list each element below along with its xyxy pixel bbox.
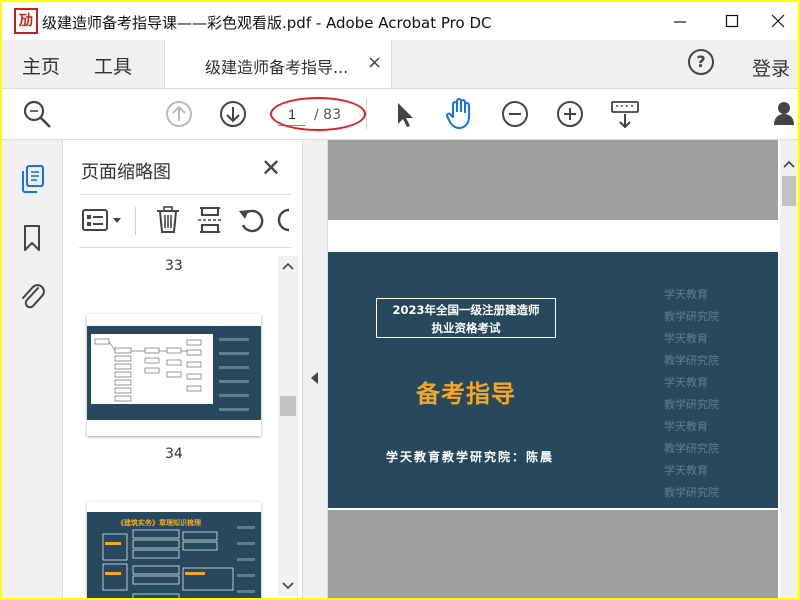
watermark-text: 学天教育 (664, 332, 708, 345)
bookmark-icon[interactable] (22, 224, 42, 252)
share-user-icon[interactable] (772, 99, 798, 129)
delete-trash-icon[interactable] (155, 205, 181, 235)
thumbnail-35-diagram (102, 526, 255, 598)
scroll-mode-icon[interactable] (610, 99, 640, 131)
page-thumbnail[interactable] (87, 314, 261, 436)
thumbnail-page-label: 33 (165, 258, 183, 274)
close-window-button[interactable] (756, 6, 798, 36)
scroll-up-arrow-icon[interactable] (783, 160, 795, 168)
login-button[interactable]: 登录 (752, 54, 790, 81)
watermark-text: 学天教育 (664, 288, 708, 301)
left-navigation-bar (2, 140, 63, 598)
panel-collapse-strip[interactable] (302, 140, 328, 598)
maximize-button[interactable] (710, 6, 754, 36)
thumbnail-34-preview (87, 314, 261, 436)
page-thumbnail[interactable]: 《建筑实务》章理知识梳理 (87, 502, 261, 598)
zoom-out-icon[interactable] (500, 99, 530, 129)
document-view[interactable]: 2023年全国一级注册建造师 执业资格考试 备考指导 学天教育教学研究院：陈晨 … (328, 140, 778, 598)
toolbar: / 83 (2, 89, 798, 140)
minimize-icon (674, 21, 686, 23)
panel-toolbar (79, 194, 291, 248)
panel-tool-divider (135, 207, 136, 235)
panel-close-button[interactable]: ✕ (261, 154, 281, 182)
search-zoom-icon[interactable] (22, 99, 52, 129)
app-icon: 劢 (14, 8, 38, 34)
next-page-icon[interactable] (218, 99, 248, 129)
page-navigator: / 83 (270, 97, 366, 131)
title-bar: 劢 级建造师备考指导课——彩色观看版.pdf - Adobe Acrobat P… (2, 2, 798, 40)
exam-title-box: 2023年全国一级注册建造师 执业资格考试 (376, 298, 556, 338)
panel-title: 页面缩略图 (81, 162, 171, 183)
attachment-icon[interactable] (18, 280, 46, 312)
watermark-text: 学天教育 (664, 420, 708, 433)
page-total: / 83 (314, 107, 341, 123)
scroll-up-arrow-icon[interactable] (282, 262, 294, 270)
document-tab[interactable]: 级建造师备考指导... × (164, 40, 392, 88)
document-scrollbar[interactable] (780, 140, 798, 598)
exam-title-line2: 执业资格考试 (431, 321, 501, 335)
menu-bar: 主页 工具 级建造师备考指导... × ? 登录 (2, 40, 798, 89)
scroll-down-arrow-icon[interactable] (282, 582, 294, 590)
rotate-counterclockwise-icon[interactable] (237, 205, 267, 235)
extract-pages-icon[interactable] (197, 205, 223, 235)
zoom-in-icon[interactable] (555, 99, 585, 129)
document-scroll-thumb[interactable] (782, 176, 796, 206)
watermark-text: 教学研究院 (664, 486, 719, 499)
watermark-text: 教学研究院 (664, 354, 719, 367)
window-title: 级建造师备考指导课——彩色观看版.pdf - Adobe Acrobat Pro… (42, 14, 492, 32)
close-icon (771, 14, 785, 28)
title-slide: 2023年全国一级注册建造师 执业资格考试 备考指导 学天教育教学研究院：陈晨 … (328, 252, 778, 508)
watermark-text: 教学研究院 (664, 398, 719, 411)
slide-author: 学天教育教学研究院：陈晨 (386, 450, 555, 464)
slide-headline: 备考指导 (416, 380, 516, 408)
page-number-input[interactable] (278, 103, 306, 126)
menu-home[interactable]: 主页 (22, 52, 60, 79)
watermark-text: 教学研究院 (664, 310, 719, 323)
hand-tool-icon[interactable] (444, 97, 476, 131)
exam-title-line1: 2023年全国一级注册建造师 (392, 303, 540, 317)
thumbnail-35-preview: 《建筑实务》章理知识梳理 (87, 512, 261, 598)
page-thumbnails-icon[interactable] (20, 164, 46, 194)
watermark-text: 教学研究院 (664, 442, 719, 455)
thumbnail-page-label: 34 (165, 446, 183, 462)
thumbnail-options-icon[interactable] (81, 208, 125, 234)
tab-label: 级建造师备考指导... (205, 58, 349, 77)
menu-tools[interactable]: 工具 (94, 52, 132, 79)
tab-close-button[interactable]: × (367, 52, 382, 73)
help-icon[interactable]: ? (688, 49, 714, 75)
toolbar-divider (366, 99, 367, 129)
acrobat-window: 劢 级建造师备考指导课——彩色观看版.pdf - Adobe Acrobat P… (2, 2, 798, 598)
watermark-text: 学天教育 (664, 464, 708, 477)
prev-page-icon[interactable] (164, 99, 194, 129)
watermark-text: 学天教育 (664, 376, 708, 389)
rotate-clockwise-icon-partial[interactable] (277, 205, 291, 235)
select-arrow-icon[interactable] (392, 100, 416, 128)
thumbnail-scrollbar[interactable] (278, 256, 298, 596)
maximize-icon (725, 14, 739, 28)
thumbnail-panel: 页面缩略图 ✕ 33 34 《建筑实务》章理知识梳理 (63, 140, 301, 598)
collapse-arrow-icon[interactable] (311, 372, 319, 384)
minimize-button[interactable] (658, 6, 702, 36)
thumbnail-scroll-thumb[interactable] (280, 396, 296, 416)
